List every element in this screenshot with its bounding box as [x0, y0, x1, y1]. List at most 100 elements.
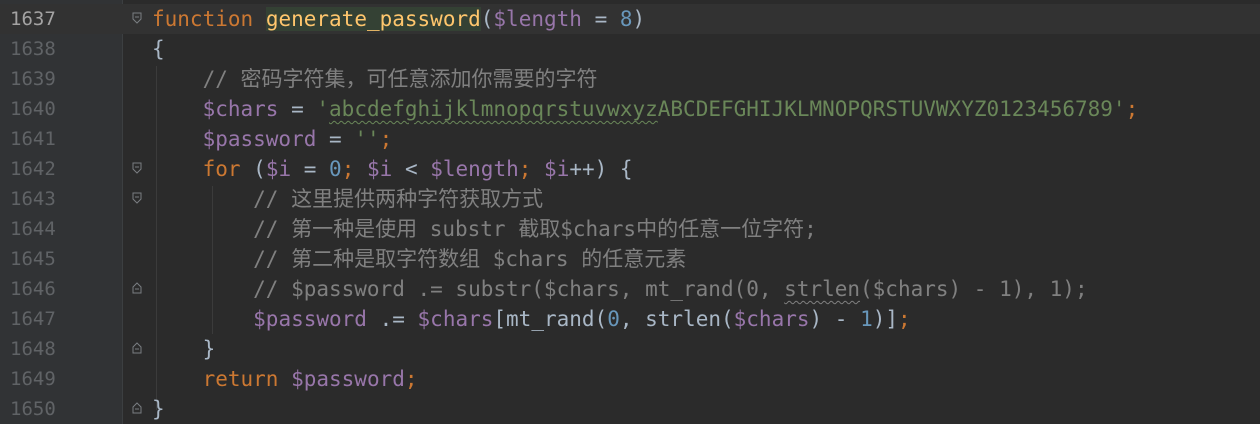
variable-token: $chars: [202, 97, 279, 121]
code-text[interactable]: // $password .= substr($chars, mt_rand(0…: [152, 274, 1088, 304]
operator-token: ) -: [809, 307, 861, 331]
line-number: 1640: [10, 98, 56, 120]
code-line-1638[interactable]: 1638 {: [0, 34, 1260, 64]
line-number: 1647: [10, 308, 56, 330]
code-text[interactable]: return $password;: [152, 364, 418, 394]
variable-token: $i: [367, 157, 393, 181]
operator-token: =: [316, 127, 355, 151]
code-line-1643[interactable]: 1643 // 这里提供两种字符获取方式: [0, 184, 1260, 214]
keyword-token: return: [202, 367, 279, 391]
variable-token: $length: [430, 157, 519, 181]
code-line-1640[interactable]: 1640 $chars = 'abcdefghijklmnopqrstuvwxy…: [0, 94, 1260, 124]
variable-token: $password: [202, 127, 317, 151]
keyword-token: for: [202, 157, 241, 181]
line-number: 1649: [10, 368, 56, 390]
line-number: 1639: [10, 68, 56, 90]
code-text[interactable]: function generate_password($length = 8): [152, 4, 645, 34]
operator-token: .=: [366, 307, 418, 331]
variable-token: $password: [253, 307, 367, 331]
number-token: 8: [619, 7, 633, 31]
indent-token: [152, 157, 203, 181]
code-text[interactable]: // 这里提供两种字符获取方式: [152, 184, 543, 214]
code-line-1648[interactable]: 1648 }: [0, 334, 1260, 364]
function-name-token: generate_password: [265, 7, 481, 31]
number-token: 0: [607, 307, 620, 331]
keyword-token: function: [152, 7, 254, 31]
operator-token: ++) {: [569, 157, 633, 181]
line-number: 1648: [10, 338, 56, 360]
code-line-1645[interactable]: 1645 // 第二种是取字符数组 $chars 的任意元素: [0, 244, 1260, 274]
indent-token: [152, 127, 203, 151]
code-line-1639[interactable]: 1639 // 密码字符集，可任意添加你需要的字符: [0, 64, 1260, 94]
semicolon-token: ;: [518, 157, 545, 181]
indent-token: [152, 307, 253, 331]
code-text[interactable]: }: [152, 334, 216, 364]
semicolon-token: ;: [341, 157, 367, 181]
code-text[interactable]: $password .= $chars[mt_rand(0, strlen($c…: [152, 304, 911, 334]
operator-token: =: [291, 157, 330, 181]
string-token: '': [354, 127, 380, 151]
brace-token: }: [152, 337, 216, 361]
brace-token: {: [152, 37, 165, 61]
comment-token: ($chars) - 1), 1);: [860, 277, 1088, 301]
call-token: [mt_rand(: [493, 307, 608, 331]
semicolon-token: ;: [898, 307, 911, 331]
variable-token: $i: [544, 157, 570, 181]
fold-open-icon[interactable]: [132, 162, 142, 174]
fold-open-icon[interactable]: [132, 192, 142, 204]
variable-token: $chars: [417, 307, 494, 331]
code-text[interactable]: }: [152, 394, 165, 424]
code-line-1641[interactable]: 1641 $password = '';: [0, 124, 1260, 154]
bracket-token: )]: [872, 307, 899, 331]
number-token: 1: [860, 307, 873, 331]
code-text[interactable]: // 第一种是使用 substr 截取$chars中的任意一位字符;: [152, 214, 817, 244]
line-number: 1645: [10, 248, 56, 270]
line-number: 1638: [10, 38, 56, 60]
fold-open-icon[interactable]: [132, 12, 142, 24]
comment-token: // 第二种是取字符数组 $chars 的任意元素: [152, 247, 687, 271]
code-line-1647[interactable]: 1647 $password .= $chars[mt_rand(0, strl…: [0, 304, 1260, 334]
operator-token: <: [392, 157, 431, 181]
variable-token: $password: [291, 367, 405, 391]
code-line-1637[interactable]: 1637 function generate_password($length …: [0, 4, 1260, 34]
semicolon-token: ;: [379, 127, 393, 151]
code-line-1649[interactable]: 1649 return $password;: [0, 364, 1260, 394]
semicolon-token: ;: [1125, 97, 1139, 121]
code-line-1644[interactable]: 1644 // 第一种是使用 substr 截取$chars中的任意一位字符;: [0, 214, 1260, 244]
code-text[interactable]: // 第二种是取字符数组 $chars 的任意元素: [152, 244, 686, 274]
code-line-1646[interactable]: 1646 // $password .= substr($chars, mt_r…: [0, 274, 1260, 304]
fold-end-icon[interactable]: [132, 282, 142, 294]
operator-token: =: [581, 7, 620, 31]
code-text[interactable]: // 密码字符集，可任意添加你需要的字符: [152, 64, 598, 94]
code-line-1650[interactable]: 1650 }: [0, 394, 1260, 424]
brace-token: }: [152, 397, 165, 421]
code-line-1642[interactable]: 1642 for ($i = 0; $i < $length; $i++) {: [0, 154, 1260, 184]
fold-end-icon[interactable]: [132, 342, 142, 354]
variable-token: $i: [265, 157, 292, 181]
code-editor[interactable]: 1637 function generate_password($length …: [0, 0, 1260, 424]
line-number: 1641: [10, 128, 56, 150]
indent-token: [152, 97, 203, 121]
code-text[interactable]: $password = '';: [152, 124, 393, 154]
line-number: 1650: [10, 398, 56, 420]
paren-token: ): [632, 7, 646, 31]
line-number: 1642: [10, 158, 56, 180]
paren-token: (: [480, 7, 494, 31]
code-text[interactable]: for ($i = 0; $i < $length; $i++) {: [152, 154, 633, 184]
call-token: , strlen(: [619, 307, 734, 331]
paren-token: (: [240, 157, 266, 181]
comment-token: // 这里提供两种字符获取方式: [152, 187, 544, 211]
comment-token: // $password .= substr($chars, mt_rand(0…: [152, 277, 785, 301]
fold-end-icon[interactable]: [132, 402, 142, 414]
comment-token-typo: strlen: [784, 277, 861, 301]
string-quote-token: ': [316, 97, 330, 121]
string-token-typo: abcdefghijklmnopqrstuvwxyz: [329, 97, 658, 121]
code-text[interactable]: {: [152, 34, 165, 64]
code-text[interactable]: $chars = 'abcdefghijklmnopqrstuvwxyzABCD…: [152, 94, 1139, 124]
line-number: 1637: [10, 8, 56, 30]
line-number: 1643: [10, 188, 56, 210]
string-token: ABCDEFGHIJKLMNOPQRSTUVWXYZ0123456789': [657, 97, 1126, 121]
operator-token: =: [278, 97, 317, 121]
